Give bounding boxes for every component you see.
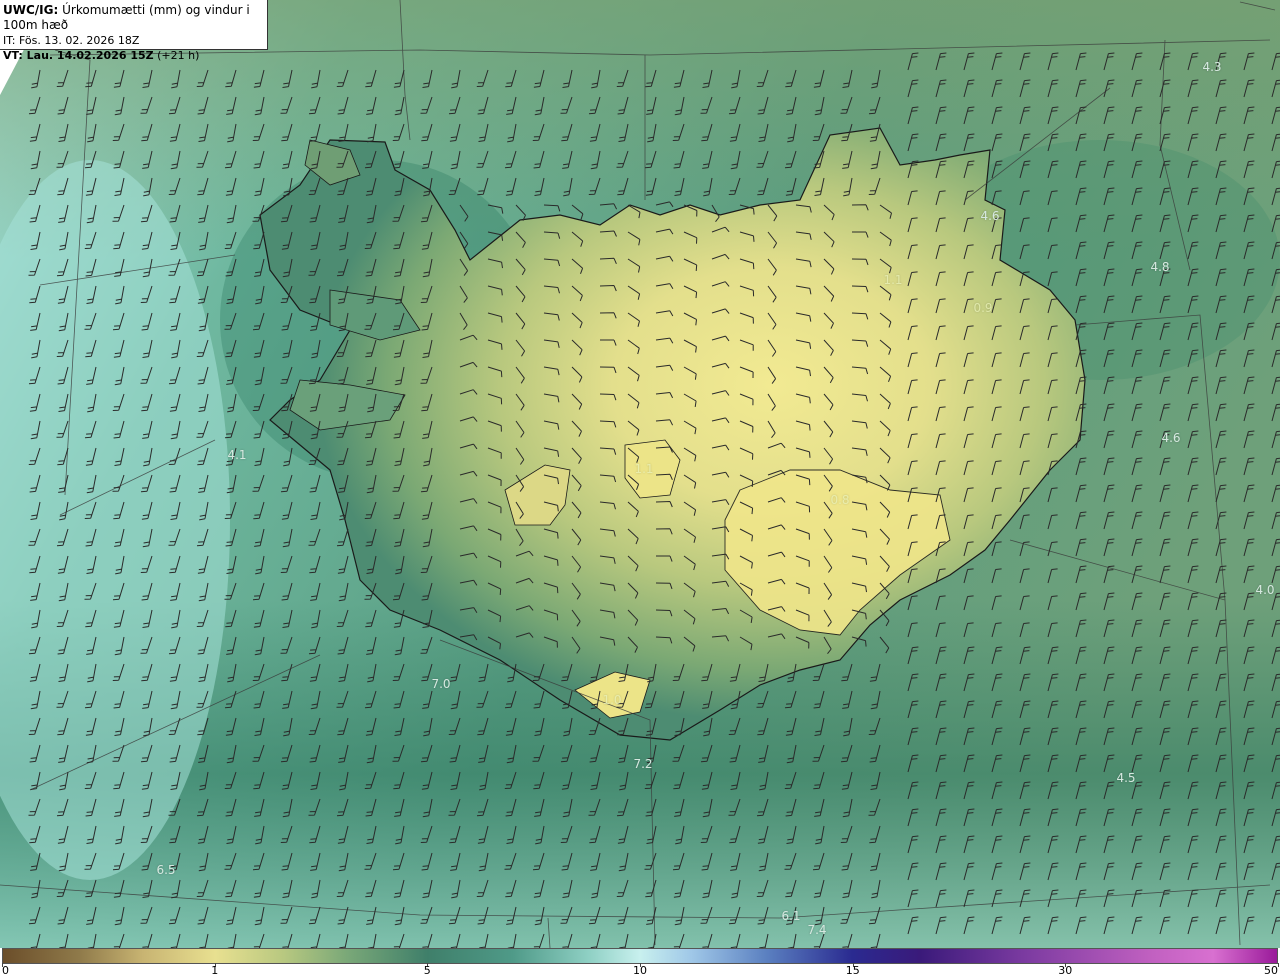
- value-label: 1.1: [883, 273, 903, 287]
- model-name: UWC/IG:: [3, 3, 59, 17]
- value-label: 4.1: [227, 448, 247, 462]
- colorbar-tick-label: 0: [2, 964, 9, 977]
- value-label: 4.3: [1202, 60, 1222, 74]
- value-label: 4.5: [1116, 771, 1136, 785]
- value-label: 1.0: [602, 693, 622, 707]
- value-label: 0.8: [830, 493, 850, 507]
- forecast-lead: (+21 h): [157, 49, 200, 62]
- map-title-box: UWC/IG: Úrkomumætti (mm) og vindur i 100…: [0, 0, 268, 62]
- colorbar-tick-label: 30: [1058, 964, 1073, 977]
- colorbar-tick-label: 5: [423, 964, 431, 977]
- map-area[interactable]: 4.3 4.6 4.8 1.1 0.9 4.6 4.1 1.1 0.8 4.0 7.0 1.0 7.2 4…: [0, 0, 1280, 948]
- colorbar-tick-label: 10: [633, 964, 647, 977]
- value-label: 7.4: [807, 923, 827, 937]
- colorbar-gradient: [2, 948, 1278, 964]
- colorbar-tick: [1278, 963, 1279, 967]
- colorbar-tick-label: 1: [211, 964, 219, 977]
- valid-time-line: VT: Lau. 14.02.2026 15Z (+21 h): [3, 48, 267, 63]
- value-label: 0.9: [973, 301, 993, 315]
- value-label: 7.0: [431, 677, 451, 691]
- initial-time: IT: Fös. 13. 02. 2026 18Z: [3, 34, 140, 47]
- value-label: 6.1: [781, 909, 801, 923]
- valid-time: VT: Lau. 14.02.2026 15Z: [3, 49, 154, 62]
- value-label: 6.5: [156, 863, 176, 877]
- value-label: 4.6: [980, 209, 1000, 223]
- title-line: UWC/IG: Úrkomumætti (mm) og vindur i 100…: [3, 3, 267, 33]
- colorbar-tick-label: 15: [845, 964, 860, 977]
- value-label: 4.8: [1150, 260, 1170, 274]
- value-label: 1.1: [634, 462, 654, 476]
- colorbar: 0 1 5 10 15 30 50: [0, 948, 1280, 978]
- value-label: 7.2: [633, 757, 653, 771]
- value-label: 4.0: [1255, 583, 1275, 597]
- value-label: 4.6: [1161, 431, 1181, 445]
- colorbar-tick-label: 50: [1264, 964, 1278, 977]
